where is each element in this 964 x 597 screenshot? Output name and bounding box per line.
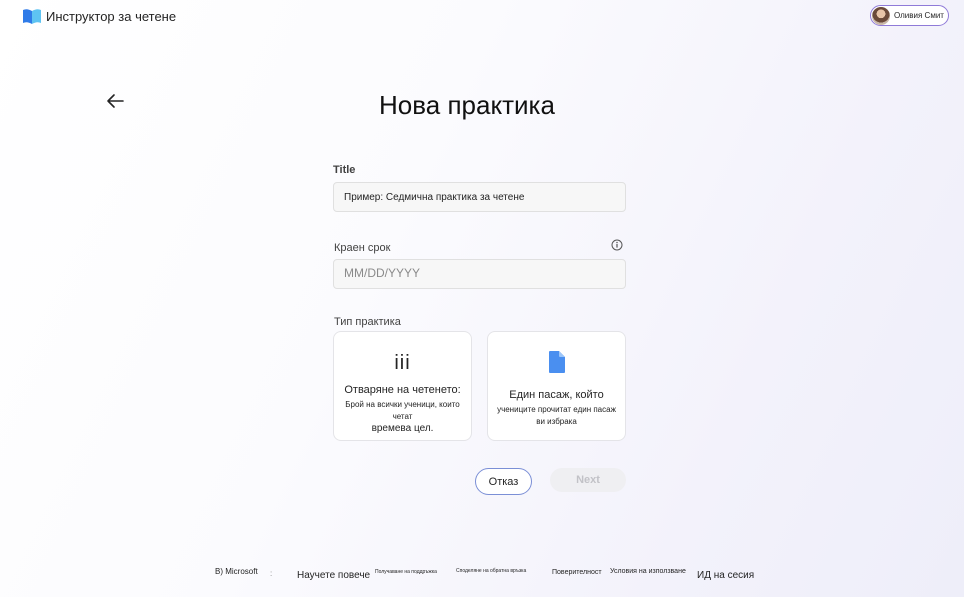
card-description-line: учениците прочитат един пасаж [497,405,616,414]
bars-icon: iii [394,352,411,374]
page-title: Нова практика [379,90,555,120]
footer-link-learn-more[interactable]: Научете повече [297,570,370,581]
next-button[interactable]: Next [550,468,626,492]
user-name: Оливия Смит [894,11,944,20]
footer-session-id: ИД на сесия [697,570,755,581]
title-label: Title [333,164,356,176]
footer-copyright: B) Microsoft [215,567,258,576]
footer-link-feedback[interactable]: Споделяне на обратна връзка [456,568,526,574]
reading-coach-logo-icon [23,9,41,24]
document-icon [548,351,565,373]
footer-separator: : [270,569,273,578]
footer-link-support[interactable]: Получаване на поддръжка [375,569,437,575]
practice-type-card-open-reading[interactable]: iii Отваряне на четенето: Брой на всички… [333,331,472,441]
avatar [872,6,890,25]
practice-type-card-single-passage[interactable]: Един пасаж, който учениците прочитат еди… [487,331,626,441]
due-date-input[interactable] [333,259,626,289]
card-description-line: времева цел. [371,423,434,435]
cancel-button[interactable]: Отказ [475,468,532,495]
card-title: Един пасаж, който [509,389,604,401]
card-description: учениците прочитат един пасаж ви избрака [488,404,625,427]
user-profile-button[interactable]: Оливия Смит [870,5,949,26]
card-description-line: Брой на всички ученици, които четат [345,400,460,421]
title-input[interactable] [333,182,626,212]
card-description-line: ви избрака [536,416,577,426]
app-title: Инструктор за четене [46,9,177,24]
footer-link-privacy[interactable]: Поверителност [552,569,602,576]
info-icon[interactable] [611,239,623,251]
due-date-label: Краен срок [334,242,391,254]
card-description: Брой на всички ученици, които четат врем… [334,399,471,437]
practice-type-label: Тип практика [334,316,401,328]
card-title: Отваряне на четенето: [344,384,461,396]
footer-link-terms[interactable]: Условия на използване [610,568,686,575]
